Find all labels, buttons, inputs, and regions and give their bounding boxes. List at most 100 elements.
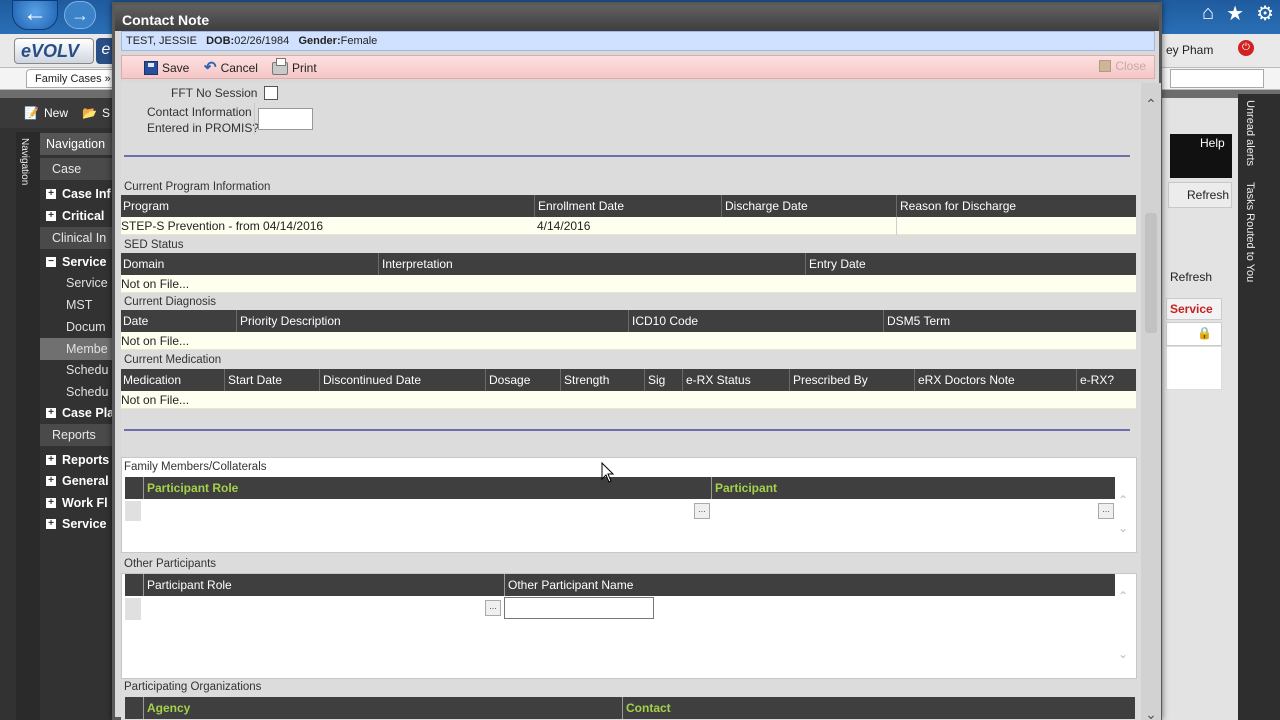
nav-schedule-2[interactable]: Schedu [40,381,118,403]
other-grid-header: Participant Role Other Participant Name [125,574,1115,596]
expand-icon[interactable]: + [46,455,56,465]
nav-schedule-1[interactable]: Schedu [40,359,118,381]
nav-case-plan[interactable]: + Case Pla [40,402,118,424]
refresh-button-1[interactable]: Refresh [1168,182,1232,208]
top-icons: ⌂ ★ ⚙ [1202,0,1274,26]
col-agency[interactable]: Agency [147,701,190,715]
nav-case-info[interactable]: + Case Inf [40,183,118,205]
col-prescribed-by[interactable]: Prescribed By [793,373,868,387]
participant-lookup[interactable]: ... [1098,503,1114,519]
nav-service-item[interactable]: Service [40,272,118,294]
col-erx[interactable]: e-RX? [1080,373,1114,387]
breadcrumb[interactable]: Family Cases » [26,69,120,88]
dialog-scrollbar[interactable]: ⌃ ⌄ [1141,83,1161,720]
expand-icon[interactable]: + [46,498,56,508]
home-icon[interactable]: ⌂ [1202,2,1214,25]
medication-empty-row: Not on File... [121,391,1136,409]
col-domain[interactable]: Domain [123,257,164,271]
scroll-down-icon[interactable]: ⌄ [1144,707,1158,720]
expand-icon[interactable]: + [46,476,56,486]
col-entry-date[interactable]: Entry Date [809,257,866,271]
col-strength[interactable]: Strength [564,373,609,387]
col-participant-role[interactable]: Participant Role [147,481,238,495]
fft-no-session-checkbox[interactable] [264,86,278,100]
col-other-participant-role[interactable]: Participant Role [147,578,232,592]
power-icon[interactable]: ⏻ [1238,40,1254,56]
medication-section-title: Current Medication [124,354,222,366]
expand-icon[interactable]: + [46,519,56,529]
breadcrumb-search[interactable] [1170,69,1264,88]
nav-members[interactable]: Membe [40,338,118,360]
other-participant-name-input[interactable] [504,597,654,619]
scroll-thumb[interactable] [1145,213,1157,333]
toolbar-s-button[interactable]: S [102,106,110,120]
col-reason-discharge[interactable]: Reason for Discharge [900,199,1016,213]
nav-clinical[interactable]: Clinical In [40,227,118,249]
back-button[interactable]: ← [12,0,58,30]
col-discontinued-date[interactable]: Discontinued Date [323,373,421,387]
new-button[interactable]: New [44,106,68,120]
col-medication[interactable]: Medication [123,373,181,387]
table-row[interactable]: STEP-S Prevention - from 04/14/2016 4/14… [121,217,1136,235]
scroll-up-icon[interactable]: ⌃ [1144,97,1158,111]
col-icd10-code[interactable]: ICD10 Code [632,314,698,328]
row-selector[interactable] [125,501,141,521]
chevron-up-icon[interactable]: ⌃ [1118,493,1128,507]
save-button[interactable]: Save [144,59,189,77]
cancel-button[interactable]: ↶ Cancel [204,59,258,77]
patient-name: TEST, JESSIE [126,35,197,47]
col-start-date[interactable]: Start Date [228,373,282,387]
gear-icon[interactable]: ⚙ [1256,1,1274,26]
tasks-routed-tab[interactable]: Tasks Routed to You [1244,182,1256,282]
folder-icon[interactable]: 📂 [82,106,97,120]
col-interpretation[interactable]: Interpretation [382,257,453,271]
close-button[interactable]: Close [1099,59,1146,73]
nav-mst[interactable]: MST [40,294,118,316]
promis-field[interactable] [258,108,313,130]
col-other-participant-name[interactable]: Other Participant Name [508,578,633,592]
col-participant[interactable]: Participant [715,481,777,495]
col-dsm5-term[interactable]: DSM5 Term [887,314,950,328]
expand-icon[interactable]: + [46,189,56,199]
navigation-strip[interactable] [16,132,40,720]
print-label: Print [292,61,317,75]
nav-general[interactable]: + General [40,470,118,492]
nav-reports[interactable]: + Reports [40,449,118,471]
col-program[interactable]: Program [123,199,169,213]
participant-role-lookup[interactable]: ... [694,503,710,519]
nav-service[interactable]: − Service [40,251,118,273]
col-sig[interactable]: Sig [648,373,665,387]
nav-case[interactable]: Case [40,158,118,180]
service-tab[interactable]: Service [1166,298,1222,320]
forward-button[interactable]: → [64,1,96,29]
unread-alerts-tab[interactable]: Unread alerts [1244,100,1256,166]
col-priority-description[interactable]: Priority Description [240,314,341,328]
other-role-lookup[interactable]: ... [485,600,501,616]
star-icon[interactable]: ★ [1226,1,1244,26]
col-erx-status[interactable]: e-RX Status [686,373,751,387]
nav-reports-header[interactable]: Reports [40,424,118,446]
refresh-button-2[interactable]: Refresh [1168,266,1228,290]
nav-work-flow[interactable]: + Work Fl [40,492,118,514]
col-dosage[interactable]: Dosage [489,373,530,387]
nav-service-2[interactable]: + Service [40,513,118,535]
nav-documents[interactable]: Docum [40,316,118,338]
col-date[interactable]: Date [123,314,148,328]
nav-header[interactable]: Navigation [40,133,118,155]
col-enrollment-date[interactable]: Enrollment Date [538,199,624,213]
nav-critical[interactable]: + Critical [40,205,118,227]
new-icon[interactable]: 📝 [24,106,39,120]
chevron-down-icon[interactable]: ⌄ [1118,521,1128,535]
col-discharge-date[interactable]: Discharge Date [725,199,808,213]
expand-icon[interactable]: + [46,211,56,221]
row-selector[interactable] [125,598,141,620]
collapse-icon[interactable]: − [46,257,56,267]
expand-icon[interactable]: + [46,408,56,418]
col-erx-doctors-note[interactable]: eRX Doctors Note [918,373,1015,387]
print-button[interactable]: Print [272,57,317,77]
chevron-up-icon[interactable]: ⌃ [1118,589,1128,603]
help-link[interactable]: Help [1200,136,1225,150]
chevron-down-icon[interactable]: ⌄ [1118,647,1128,661]
help-bar: Help [1170,134,1232,178]
col-contact[interactable]: Contact [626,701,671,715]
